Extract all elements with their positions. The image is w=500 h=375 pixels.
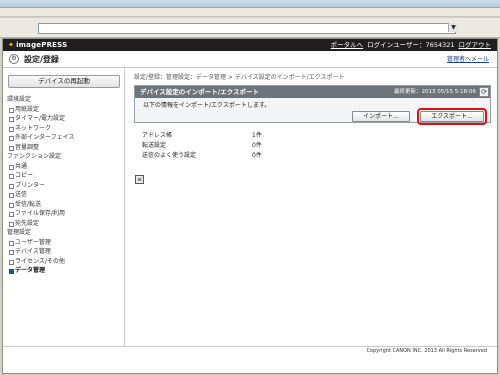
panel-header: デバイス設定のインポート/エクスポート 最終更新：2013 05/15 5:18… [135, 86, 490, 98]
window-title-strip [0, 0, 500, 8]
summary-row: 転送設定 0件 [142, 141, 342, 151]
admin-mail-link[interactable]: 管理者へメール [447, 56, 489, 64]
summary-label: 転送設定 [142, 142, 167, 149]
panel-description: 以下の情報をインポート/エクスポートします。 [143, 102, 271, 109]
sidebar-item-data-management[interactable]: データ管理 [7, 266, 121, 276]
canon-mark-icon: ✦ [8, 41, 15, 49]
address-dropdown-button[interactable]: ▼ [448, 23, 458, 32]
main-content: 設定/登録：管理設定：データ管理 > デバイス設定のインポート/エクスポート デ… [126, 68, 497, 346]
logout-link[interactable]: ログアウト [459, 41, 492, 49]
address-input[interactable] [38, 23, 456, 34]
sidebar-item-timer-power[interactable]: タイマー/電力設定 [7, 114, 121, 124]
page-footer: Copyright CANON INC. 2013 All Rights Res… [3, 346, 497, 355]
sidebar-item-file-storage[interactable]: ファイル保存/利用 [7, 209, 121, 219]
sidebar-item-volume[interactable]: 音量調整 [7, 143, 121, 153]
panel-title: デバイス設定のインポート/エクスポート [140, 88, 259, 96]
data-summary: アドレス帳 1件 転送設定 0件 送信のよく使う設定 0件 [142, 131, 342, 161]
sidebar-item-external-interface[interactable]: 外部インターフェイス [7, 133, 121, 143]
portal-link[interactable]: ポータルへ [331, 41, 364, 49]
summary-label: アドレス帳 [142, 132, 173, 139]
browser-menubar [0, 8, 500, 17]
page-title: 設定/登録 [24, 55, 59, 64]
import-button[interactable]: インポート... [352, 111, 410, 122]
refresh-icon[interactable]: ⟳ [479, 87, 489, 97]
page-top-icon[interactable]: ≡ [135, 175, 144, 184]
summary-value: 0件 [252, 142, 262, 149]
sidebar-item-copy[interactable]: コピー [7, 171, 121, 181]
sidebar-item-receive-forward[interactable]: 受信/転送 [7, 200, 121, 210]
sidebar-item-common[interactable]: 共通 [7, 162, 121, 172]
sidebar: デバイスの再起動 環境設定 用紙設定 タイマー/電力設定 ネットワーク 外部イン… [3, 68, 125, 346]
sidebar-item-destination[interactable]: 宛先設定 [7, 219, 121, 229]
restart-device-button[interactable]: デバイスの再起動 [8, 75, 120, 88]
settings-icon: ⚙ [9, 54, 19, 64]
nav-heading-function: ファンクション設定 [7, 153, 62, 160]
nav-heading-management: 管理設定 [7, 229, 32, 236]
brand-logo: ✦ imagePRESS [8, 40, 67, 50]
summary-value: 1件 [252, 132, 262, 139]
sidebar-item-network[interactable]: ネットワーク [7, 124, 121, 134]
header-links: ポータルへ ログインユーザー：7654321 ログアウト [331, 40, 491, 50]
summary-label: 送信のよく使う設定 [142, 152, 197, 159]
summary-value: 0件 [252, 152, 262, 159]
sidebar-item-printer[interactable]: プリンター [7, 181, 121, 191]
sidebar-item-license[interactable]: ライセンス/その他 [7, 257, 121, 267]
copyright-text: Copyright CANON INC. 2013 All Rights Res… [366, 348, 487, 354]
page-header: ✦ imagePRESS ポータルへ ログインユーザー：7654321 ログアウト [3, 39, 497, 51]
sidebar-item-send[interactable]: 送信 [7, 190, 121, 200]
summary-row: アドレス帳 1件 [142, 131, 342, 141]
sidebar-item-user-management[interactable]: ユーザー管理 [7, 238, 121, 248]
web-page: ✦ imagePRESS ポータルへ ログインユーザー：7654321 ログアウト ⚙… [2, 38, 498, 374]
page-titlebar: ⚙ 設定/登録 管理者へメール [3, 51, 497, 68]
brand-name: imagePRESS [16, 41, 68, 49]
sidebar-nav: 環境設定 用紙設定 タイマー/電力設定 ネットワーク 外部インターフェイス 音量… [7, 95, 121, 276]
browser-address-bar: ▼ [0, 18, 500, 38]
import-export-panel: デバイス設定のインポート/エクスポート 最終更新：2013 05/15 5:18… [134, 85, 491, 125]
nav-heading-environment: 環境設定 [7, 96, 32, 103]
export-highlight-frame [417, 108, 487, 125]
sidebar-item-device-management[interactable]: デバイス管理 [7, 247, 121, 257]
summary-row: 送信のよく使う設定 0件 [142, 151, 342, 161]
breadcrumb: 設定/登録：管理設定：データ管理 > デバイス設定のインポート/エクスポート [134, 74, 345, 81]
sidebar-item-paper[interactable]: 用紙設定 [7, 105, 121, 115]
login-user-text: ログインユーザー：7654321 [367, 41, 455, 49]
last-updated: 最終更新：2013 05/15 5:18:06 [393, 89, 476, 95]
